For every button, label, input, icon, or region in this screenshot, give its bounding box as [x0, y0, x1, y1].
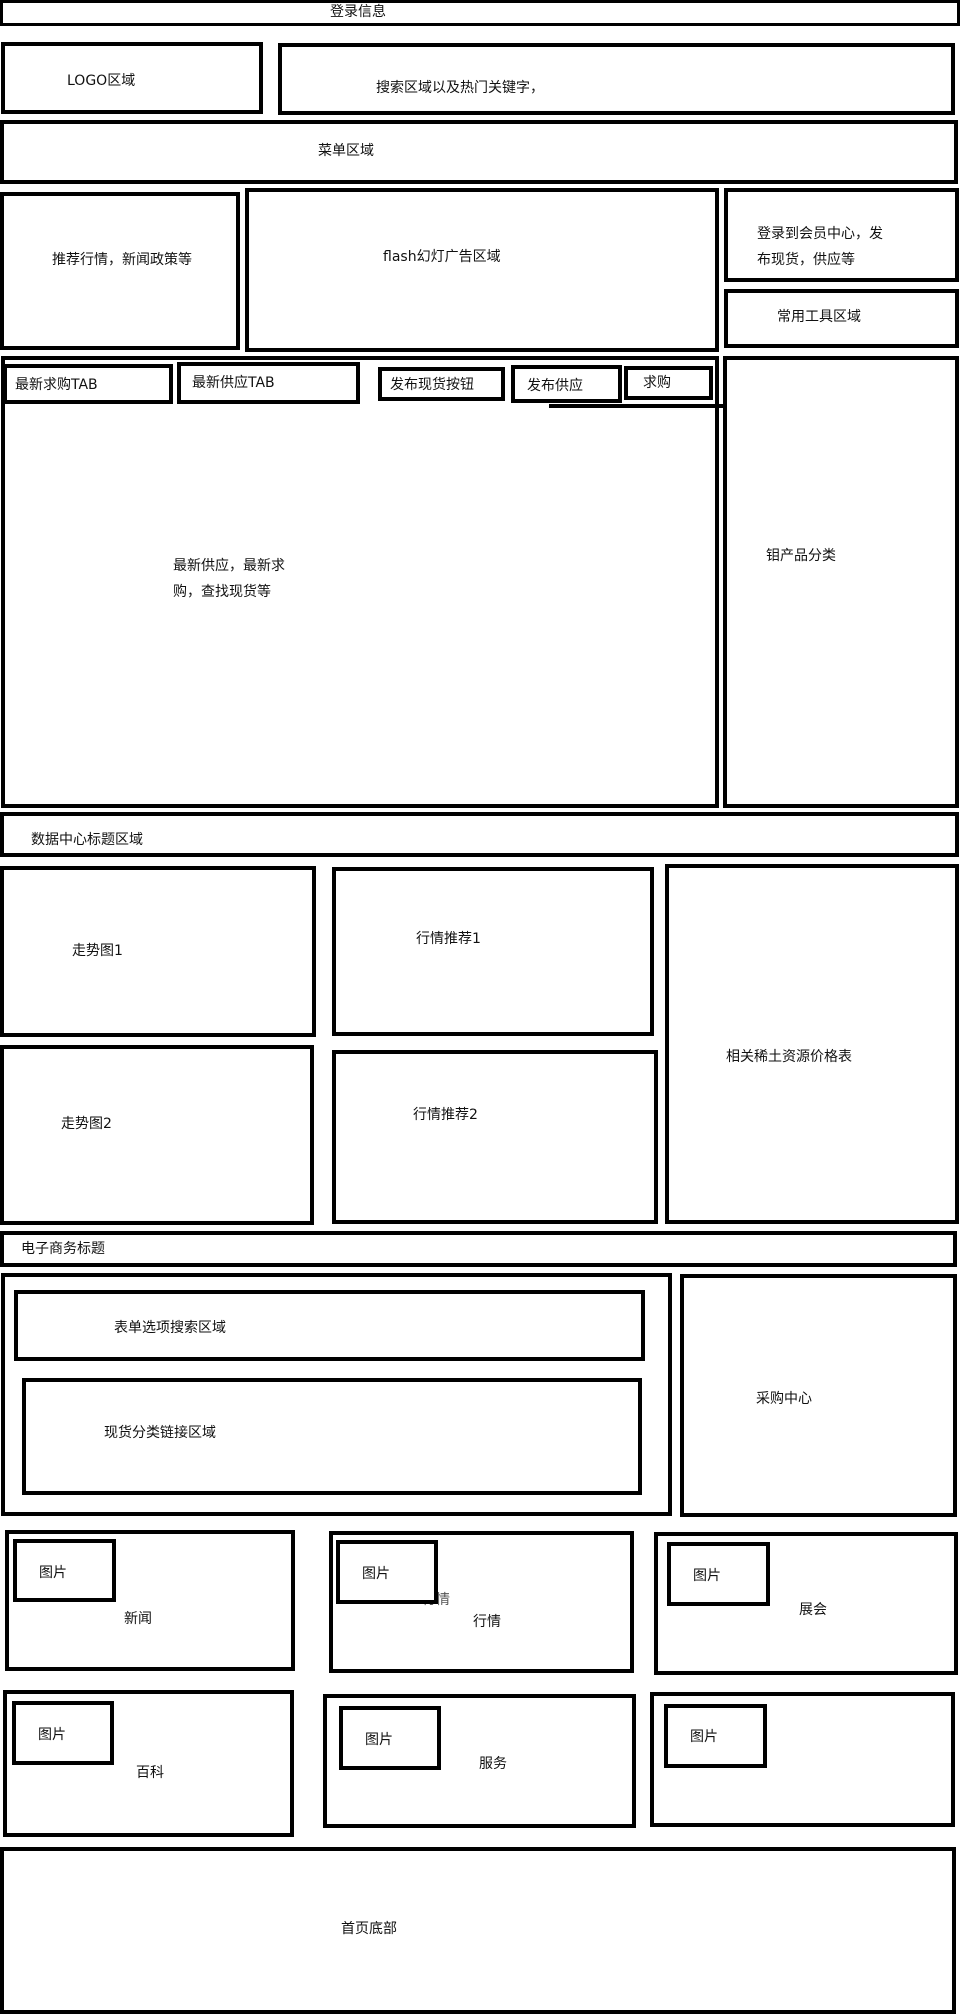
data-center-title-area[interactable]: [0, 812, 959, 857]
expo-card-label: 展会: [799, 1602, 827, 1618]
market-card-image-label: 图片: [362, 1566, 390, 1582]
trend-chart-2-label: 走势图2: [61, 1116, 112, 1132]
product-categories-label: 钼产品分类: [766, 548, 836, 564]
market-card-label: 行情: [473, 1614, 501, 1630]
flash-banner-label: flash幻灯广告区域: [383, 249, 501, 265]
tab-latest-buy-label: 最新求购TAB: [15, 377, 98, 393]
market-recommend-1-area[interactable]: [332, 867, 654, 1036]
empty-card-image-label: 图片: [690, 1729, 718, 1745]
trade-main-label-1: 最新供应，最新求: [173, 558, 285, 574]
ecommerce-title-area[interactable]: [0, 1231, 957, 1267]
market-recommend-2-area[interactable]: [332, 1050, 658, 1224]
data-center-title-label: 数据中心标题区域: [31, 832, 143, 848]
recommend-area-label: 推荐行情，新闻政策等: [52, 252, 192, 268]
login-info-bar[interactable]: [0, 0, 960, 26]
trend-chart-1-area[interactable]: [0, 866, 316, 1037]
price-table-label: 相关稀土资源价格表: [726, 1049, 852, 1065]
member-center-label-2: 布现货，供应等: [757, 252, 855, 268]
trade-main-label-2: 购，查找现货等: [173, 584, 271, 600]
login-info-label: 登录信息: [330, 4, 386, 20]
tools-area-label: 常用工具区域: [777, 309, 861, 325]
purchase-center-label: 采购中心: [756, 1391, 812, 1407]
form-search-label: 表单选项搜索区域: [114, 1320, 226, 1336]
service-card-label: 服务: [479, 1756, 507, 1772]
publish-stock-button-label: 发布现货按钮: [390, 377, 474, 393]
tab-latest-supply-label: 最新供应TAB: [192, 375, 275, 391]
purchase-center-area[interactable]: [680, 1274, 957, 1517]
market-recommend-1-label: 行情推荐1: [416, 931, 481, 947]
logo-area-label: LOGO区域: [67, 73, 136, 89]
form-search-area[interactable]: [14, 1290, 645, 1361]
price-table-area[interactable]: [665, 864, 959, 1224]
trend-chart-2-area[interactable]: [0, 1045, 314, 1225]
ecommerce-title-label: 电子商务标题: [21, 1241, 105, 1257]
news-card-label: 新闻: [124, 1611, 152, 1627]
stock-category-links-label: 现货分类链接区域: [104, 1425, 216, 1441]
search-area-label: 搜索区域以及热门关键字，: [376, 80, 544, 96]
member-center-label-1: 登录到会员中心，发: [757, 226, 883, 242]
service-card-image-label: 图片: [365, 1732, 393, 1748]
expo-card-image-label: 图片: [693, 1568, 721, 1584]
tab-underline: [549, 404, 736, 408]
wiki-card-image-label: 图片: [38, 1727, 66, 1743]
menu-area-label: 菜单区域: [318, 143, 374, 159]
buy-button-label: 求购: [643, 375, 671, 391]
trade-main-area[interactable]: [1, 356, 719, 808]
product-categories-area[interactable]: [723, 356, 959, 808]
wiki-card-label: 百科: [136, 1765, 164, 1781]
publish-supply-button-label: 发布供应: [527, 378, 583, 394]
recommend-area[interactable]: [0, 192, 240, 350]
news-card-image-label: 图片: [39, 1565, 67, 1581]
flash-banner-area[interactable]: [245, 188, 719, 352]
footer-label: 首页底部: [341, 1921, 397, 1937]
market-recommend-2-label: 行情推荐2: [413, 1107, 478, 1123]
trend-chart-1-label: 走势图1: [72, 943, 123, 959]
menu-area[interactable]: [0, 120, 958, 184]
footer-area[interactable]: [0, 1847, 956, 2014]
